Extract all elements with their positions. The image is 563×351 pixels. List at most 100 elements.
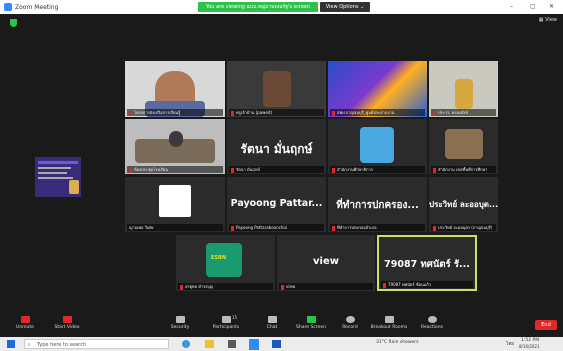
- participant-video: [169, 131, 183, 147]
- unmute-button[interactable]: Unmute: [12, 316, 38, 330]
- muted-mic-icon: [433, 225, 436, 231]
- participant-video: [455, 79, 473, 109]
- share-screen-button[interactable]: Share Screen: [294, 316, 328, 330]
- muted-mic-icon: [433, 167, 436, 173]
- screen-share-banner: You are viewing ฉบบ.หญ่ถามคณรัฐ's screen: [198, 2, 318, 12]
- microphone-icon: [20, 316, 30, 323]
- thumb-figure: [69, 180, 79, 194]
- chat-button[interactable]: Chat: [262, 316, 282, 330]
- participant-name-text: ห้องประชุมโรงเรียน: [134, 167, 169, 172]
- word-icon[interactable]: [272, 340, 281, 348]
- record-label: Record: [342, 325, 358, 330]
- reactions-icon: [427, 316, 437, 323]
- muted-mic-icon: [129, 167, 132, 173]
- avatar: [159, 185, 191, 217]
- participant-name: สรยุทธ ดำรงบุญ: [178, 283, 273, 290]
- video-tile[interactable]: ครูเจ้าบ้าน (paweit): [227, 61, 326, 117]
- participant-name: สพป.กาญจนบุรี_ศูนย์ประสานงาน: [330, 109, 425, 116]
- video-tile[interactable]: โครงการส่งเสริมการเรียนรู้: [125, 61, 225, 117]
- windows-taskbar: ⌕ Type here to search 31°C Rain showers …: [0, 337, 563, 351]
- participant-name-text: รัตนา มั่นฤกษ์: [236, 167, 260, 172]
- video-tile[interactable]: สำนักงาน เขตพื้นที่การศึกษา: [429, 119, 498, 174]
- video-tile[interactable]: ประวร. ครองสังข์: [429, 61, 498, 117]
- thumb-line: [38, 167, 71, 169]
- breakout-rooms-button[interactable]: Breakout Rooms: [370, 316, 408, 330]
- video-tile[interactable]: สพป.กาญจนบุรี_ศูนย์ประสานงาน: [328, 61, 427, 117]
- window-title: Zoom Meeting: [15, 3, 59, 11]
- participant-name: ประวิทย์ ละออบุตร (กาญจนบุรี): [431, 224, 496, 231]
- muted-mic-icon: [383, 282, 386, 288]
- participant-name: ที่ทำการปกครองอำเภอ: [330, 224, 425, 231]
- reactions-button[interactable]: Reactions: [418, 316, 446, 330]
- muted-mic-icon: [231, 110, 234, 116]
- participant-name-text: view: [286, 284, 296, 289]
- video-tile[interactable]: รัตนา มั่นฤกษ์ รัตนา มั่นฤกษ์: [227, 119, 326, 174]
- participant-name: รัตนา มั่นฤกษ์: [229, 166, 324, 173]
- video-tile[interactable]: ที่ทำการปกครอง... ที่ทำการปกครองอำเภอ: [328, 177, 427, 232]
- participant-display-name: ที่ทำการปกครอง...: [336, 199, 419, 211]
- start-video-button[interactable]: Start Video: [52, 316, 82, 330]
- thumb-bar: [38, 161, 78, 164]
- video-tile[interactable]: view view: [277, 235, 375, 291]
- video-tile[interactable]: Payoong Pattar... Payoong Pattarabooncha…: [227, 177, 326, 232]
- clock-date: 8/16/2021: [519, 344, 540, 349]
- participant-display-name: 79087 ทศนัตร์ รั...: [384, 258, 470, 270]
- muted-mic-icon: [332, 110, 335, 116]
- edge-icon[interactable]: [182, 340, 190, 348]
- view-options-button[interactable]: View Options ⌄: [320, 2, 370, 12]
- meeting-toolbar: Unmute Start Video Security Participants…: [0, 314, 563, 336]
- active-speaker-tile[interactable]: 79087 ทศนัตร์ รั... 79087 ทศนัตร์ ซ้อนแก…: [377, 235, 477, 291]
- participant-display-name: รัตนา มั่นฤกษ์: [240, 141, 313, 156]
- gallery-view-label: View: [545, 17, 557, 23]
- chat-icon: [267, 316, 277, 323]
- muted-mic-icon: [332, 167, 335, 173]
- thumb-line: [38, 177, 73, 179]
- thumb-line: [38, 172, 67, 174]
- record-icon: [345, 316, 355, 323]
- participant-name: 79087 ทศนัตร์ ซ้อนแก้ว: [381, 281, 473, 288]
- taskbar-search[interactable]: ⌕ Type here to search: [24, 339, 169, 349]
- search-icon: ⌕: [28, 342, 31, 348]
- shield-icon: [175, 316, 185, 323]
- participants-button[interactable]: Participants: [210, 316, 242, 330]
- participant-name: โครงการส่งเสริมการเรียนรู้: [127, 109, 223, 116]
- participant-name-text: สรยุทธ ดำรงบุญ: [185, 284, 214, 289]
- file-explorer-icon[interactable]: [205, 340, 214, 348]
- participant-name: ญาณพล วิเศษ: [127, 224, 223, 231]
- video-tile[interactable]: สำนักงานศึกษาธิการ: [328, 119, 427, 174]
- muted-mic-icon: [231, 225, 234, 231]
- participant-name-text: ประวร. ครองสังข์: [438, 110, 469, 115]
- shared-screen-thumbnail[interactable]: [35, 157, 81, 197]
- muted-mic-icon: [180, 284, 183, 290]
- video-tile[interactable]: ญาณพล วิเศษ: [125, 177, 225, 232]
- video-camera-icon: [62, 316, 72, 323]
- end-meeting-button[interactable]: End: [535, 320, 557, 330]
- security-button[interactable]: Security: [168, 316, 192, 330]
- windows-start-icon[interactable]: [7, 340, 15, 348]
- maximize-button[interactable]: ▢: [530, 3, 536, 10]
- minimize-button[interactable]: –: [510, 3, 513, 10]
- language-indicator[interactable]: ไทย: [506, 340, 514, 347]
- participant-display-name: ประวิทย์ ละออบุต...: [429, 199, 498, 209]
- participant-name-text: Payoong Pattaraboonchai: [236, 225, 287, 230]
- video-tile[interactable]: ESBN สรยุทธ ดำรงบุญ: [176, 235, 275, 291]
- participant-video: [263, 71, 291, 107]
- participant-name-text: ครูเจ้าบ้าน (paweit): [236, 110, 273, 115]
- participant-name-text: โครงการส่งเสริมการเรียนรู้: [134, 110, 181, 115]
- record-button[interactable]: Record: [338, 316, 362, 330]
- security-label: Security: [170, 325, 190, 330]
- video-tile[interactable]: ห้องประชุมโรงเรียน: [125, 119, 225, 174]
- search-placeholder: Type here to search: [37, 342, 87, 348]
- start-video-label: Start Video: [54, 325, 80, 330]
- store-icon[interactable]: [228, 340, 236, 348]
- close-button[interactable]: ✕: [549, 3, 554, 10]
- weather-widget[interactable]: 31°C Rain showers: [376, 340, 418, 345]
- zoom-taskbar-icon[interactable]: [249, 339, 259, 350]
- gallery-view-button[interactable]: ▦ View: [539, 17, 557, 23]
- participant-name-text: สพป.กาญจนบุรี_ศูนย์ประสานงาน: [337, 110, 395, 115]
- participants-label: Participants: [212, 325, 240, 330]
- video-tile[interactable]: ประวิทย์ ละออบุต... ประวิทย์ ละออบุตร (ก…: [429, 177, 498, 232]
- unmute-label: Unmute: [16, 325, 34, 330]
- muted-mic-icon: [281, 284, 284, 290]
- avatar: [360, 127, 394, 163]
